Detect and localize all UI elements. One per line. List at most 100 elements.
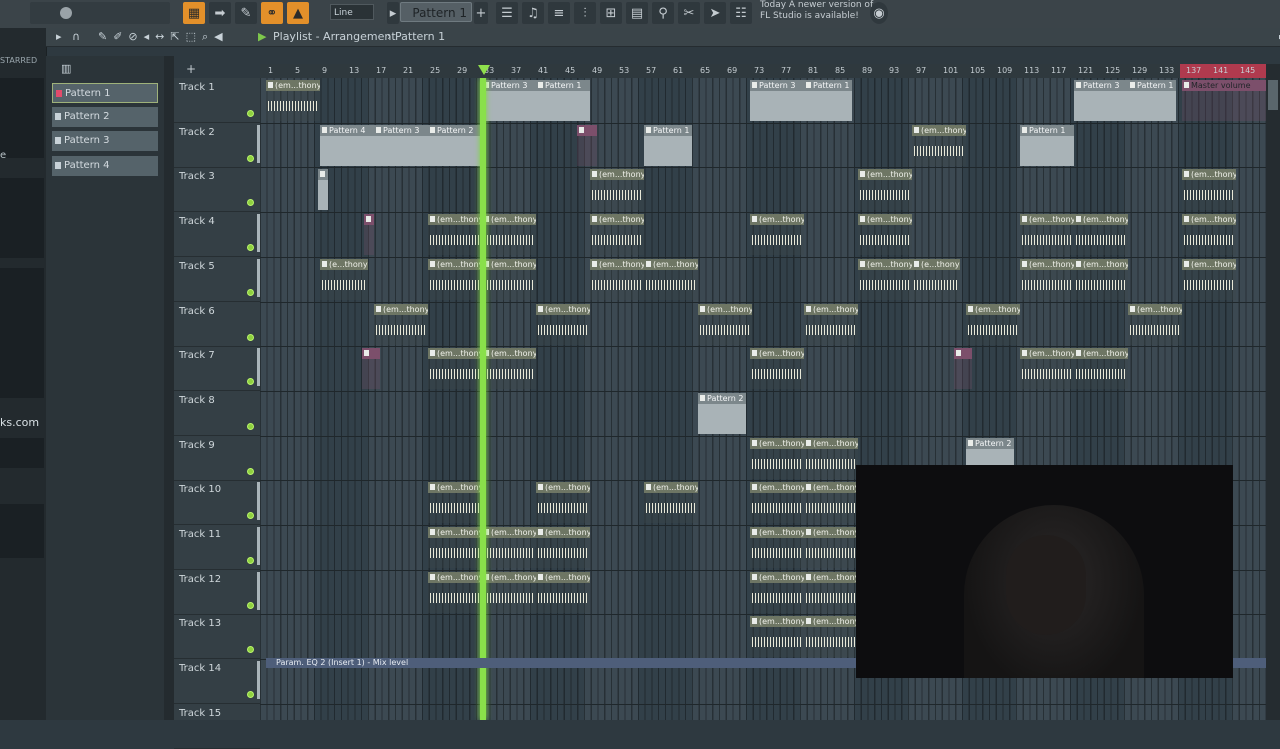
track-mute-icon[interactable] (247, 601, 254, 609)
picker-scrollbar[interactable] (164, 56, 174, 720)
playhead-marker[interactable] (478, 65, 490, 75)
audio-clip[interactable]: (em...thony (482, 347, 536, 391)
track-header[interactable]: Track 6 (174, 302, 260, 347)
audio-clip[interactable]: (em...thony (750, 526, 804, 570)
audio-clip[interactable]: (em...thony (536, 571, 590, 615)
audio-clip[interactable]: (em...thony (1074, 347, 1128, 391)
track-mute-icon[interactable] (247, 467, 254, 475)
pattern-clip[interactable]: Pattern 2 (698, 392, 746, 436)
piano-roll-icon[interactable]: ♫ (522, 2, 544, 24)
track-header[interactable]: Track 7 (174, 346, 262, 392)
pattern-clip[interactable]: Pattern 3 (374, 124, 428, 168)
pattern-clip[interactable]: Pattern 1 (804, 79, 852, 123)
audio-clip[interactable]: (em...thony (804, 303, 858, 347)
automation-clip[interactable] (362, 347, 380, 391)
plugin-icon[interactable]: ⚲ (652, 2, 674, 24)
audio-clip[interactable]: (em...thony (1182, 213, 1236, 257)
metronome-icon[interactable]: ▲ (287, 2, 309, 24)
audio-clip[interactable]: (em...thony (698, 303, 752, 347)
automation-clip[interactable]: Master volume (1182, 79, 1266, 123)
audio-clip[interactable]: (em...thony (482, 526, 536, 570)
audio-clip[interactable]: (em...thony (750, 481, 804, 525)
pattern-clip[interactable]: Pattern 1 (1128, 79, 1176, 123)
audio-clip[interactable]: (em...thony (482, 213, 536, 257)
prev-pattern-icon[interactable]: ▸ (387, 2, 399, 24)
picker-pattern-2[interactable]: Pattern 2 (52, 107, 158, 127)
pattern-clip[interactable]: Pattern 4 (320, 124, 374, 168)
send-icon[interactable]: ➤ (704, 2, 726, 24)
track-header[interactable]: Track 14 (174, 659, 262, 705)
magnet-icon[interactable]: ∩ (72, 28, 80, 46)
audio-clip[interactable]: (em...thony (428, 526, 482, 570)
pattern-clip[interactable]: Pattern 1 (644, 124, 692, 168)
audio-clip[interactable]: (em...thony (536, 303, 590, 347)
audio-clip[interactable]: (em...thony (804, 481, 858, 525)
timeline-ruler[interactable]: 1 5 9 13 17 21 25 29 33 37 41 45 49 53 57 61 65 69 73 77 81 8… (260, 64, 1266, 78)
audio-clip[interactable]: (em...thony (1020, 213, 1074, 257)
track-header[interactable]: Track 2 (174, 123, 262, 168)
track-mute-icon[interactable] (247, 199, 254, 207)
audio-clip[interactable]: (e...thony (320, 258, 368, 302)
track-mute-icon[interactable] (247, 691, 254, 699)
tools-icon[interactable]: ✂ (678, 2, 700, 24)
pattern-clip[interactable] (318, 168, 328, 212)
track-header[interactable]: Track 4 (174, 212, 262, 258)
audio-clip[interactable]: (em...thony (750, 571, 804, 615)
piano-icon[interactable]: ▥ (61, 62, 71, 75)
track-header[interactable]: Track 10 (174, 480, 262, 526)
audio-clip[interactable]: (em...thony (804, 437, 858, 481)
track-header[interactable]: Track 5 (174, 257, 262, 302)
pattern-clip[interactable]: Pattern 3 (1074, 79, 1128, 123)
update-notice[interactable]: Today A newer version of FL Studio is av… (760, 0, 873, 22)
track-header[interactable]: Track 3 (174, 167, 260, 213)
track-header[interactable]: Track 13 (174, 614, 260, 660)
audio-clip[interactable]: (em...thony (750, 437, 804, 481)
tool-icons[interactable]: ✎✐⊘◂↔⇱⬚⌕◀ (98, 28, 229, 46)
channel-rack-icon[interactable]: ☰ (496, 2, 518, 24)
playhead[interactable] (480, 78, 486, 720)
add-track-icon[interactable]: + (186, 62, 196, 76)
audio-clip[interactable]: (em...thony (644, 258, 698, 302)
mixer-icon[interactable]: ≡ (548, 2, 570, 24)
audio-clip[interactable]: (em...thony (1074, 258, 1128, 302)
audio-clip[interactable]: (em...thony (374, 303, 428, 347)
pattern-clip[interactable]: Pattern 2 (428, 124, 482, 168)
audio-clip[interactable]: (em...thony (912, 124, 966, 168)
audio-clip[interactable]: (e...thony (912, 258, 960, 302)
play-arrow-icon[interactable]: ▸ (56, 28, 62, 46)
audio-clip[interactable]: (em...thony (804, 615, 858, 659)
track-header[interactable]: Track 8 (174, 391, 260, 436)
audio-clip[interactable]: (em...thony (1020, 258, 1074, 302)
audio-clip[interactable]: (em...thony (590, 168, 644, 212)
audio-clip[interactable]: (em...thony (858, 213, 912, 257)
audio-clip[interactable]: (em...thony (482, 258, 536, 302)
pattern-clip[interactable]: Pattern 1 (1020, 124, 1074, 168)
audio-clip[interactable]: (em...thony (590, 213, 644, 257)
link-icon[interactable]: ⚭ (261, 2, 283, 24)
line-mode-select[interactable]: Line (330, 4, 374, 20)
audio-clip[interactable]: (em...thony (1020, 347, 1074, 391)
track-mute-icon[interactable] (247, 333, 254, 341)
audio-clip[interactable]: (em...thony (428, 213, 482, 257)
picker-pattern-4[interactable]: Pattern 4 (52, 156, 158, 176)
audio-clip[interactable]: (em...thony (536, 526, 590, 570)
automation-clip[interactable] (577, 124, 597, 168)
add-pattern-icon[interactable]: + (474, 2, 488, 24)
audio-clip[interactable]: (em...thony (536, 481, 590, 525)
picker-pattern-1[interactable]: Pattern 1 (52, 83, 158, 103)
audio-clip[interactable]: (em...thony (428, 347, 482, 391)
automation-clip[interactable] (954, 347, 972, 391)
track-mute-icon[interactable] (247, 557, 254, 564)
track-mute-icon[interactable] (247, 512, 254, 520)
pattern-clip[interactable]: Pattern 3 (482, 79, 536, 123)
eq-icon[interactable]: ⫶ (574, 2, 596, 24)
track-mute-icon[interactable] (247, 422, 254, 430)
track-header[interactable]: Track 15 (174, 704, 260, 749)
audio-clip[interactable]: (em...thony (858, 258, 912, 302)
track-header[interactable]: Track 1 (174, 78, 260, 123)
audio-clip[interactable]: (em...thony (1182, 168, 1236, 212)
file-icon[interactable]: ▤ (626, 2, 648, 24)
track-mute-icon[interactable] (247, 110, 254, 117)
master-volume-slider[interactable] (30, 2, 170, 24)
audio-clip[interactable]: (em...thony (750, 213, 804, 257)
